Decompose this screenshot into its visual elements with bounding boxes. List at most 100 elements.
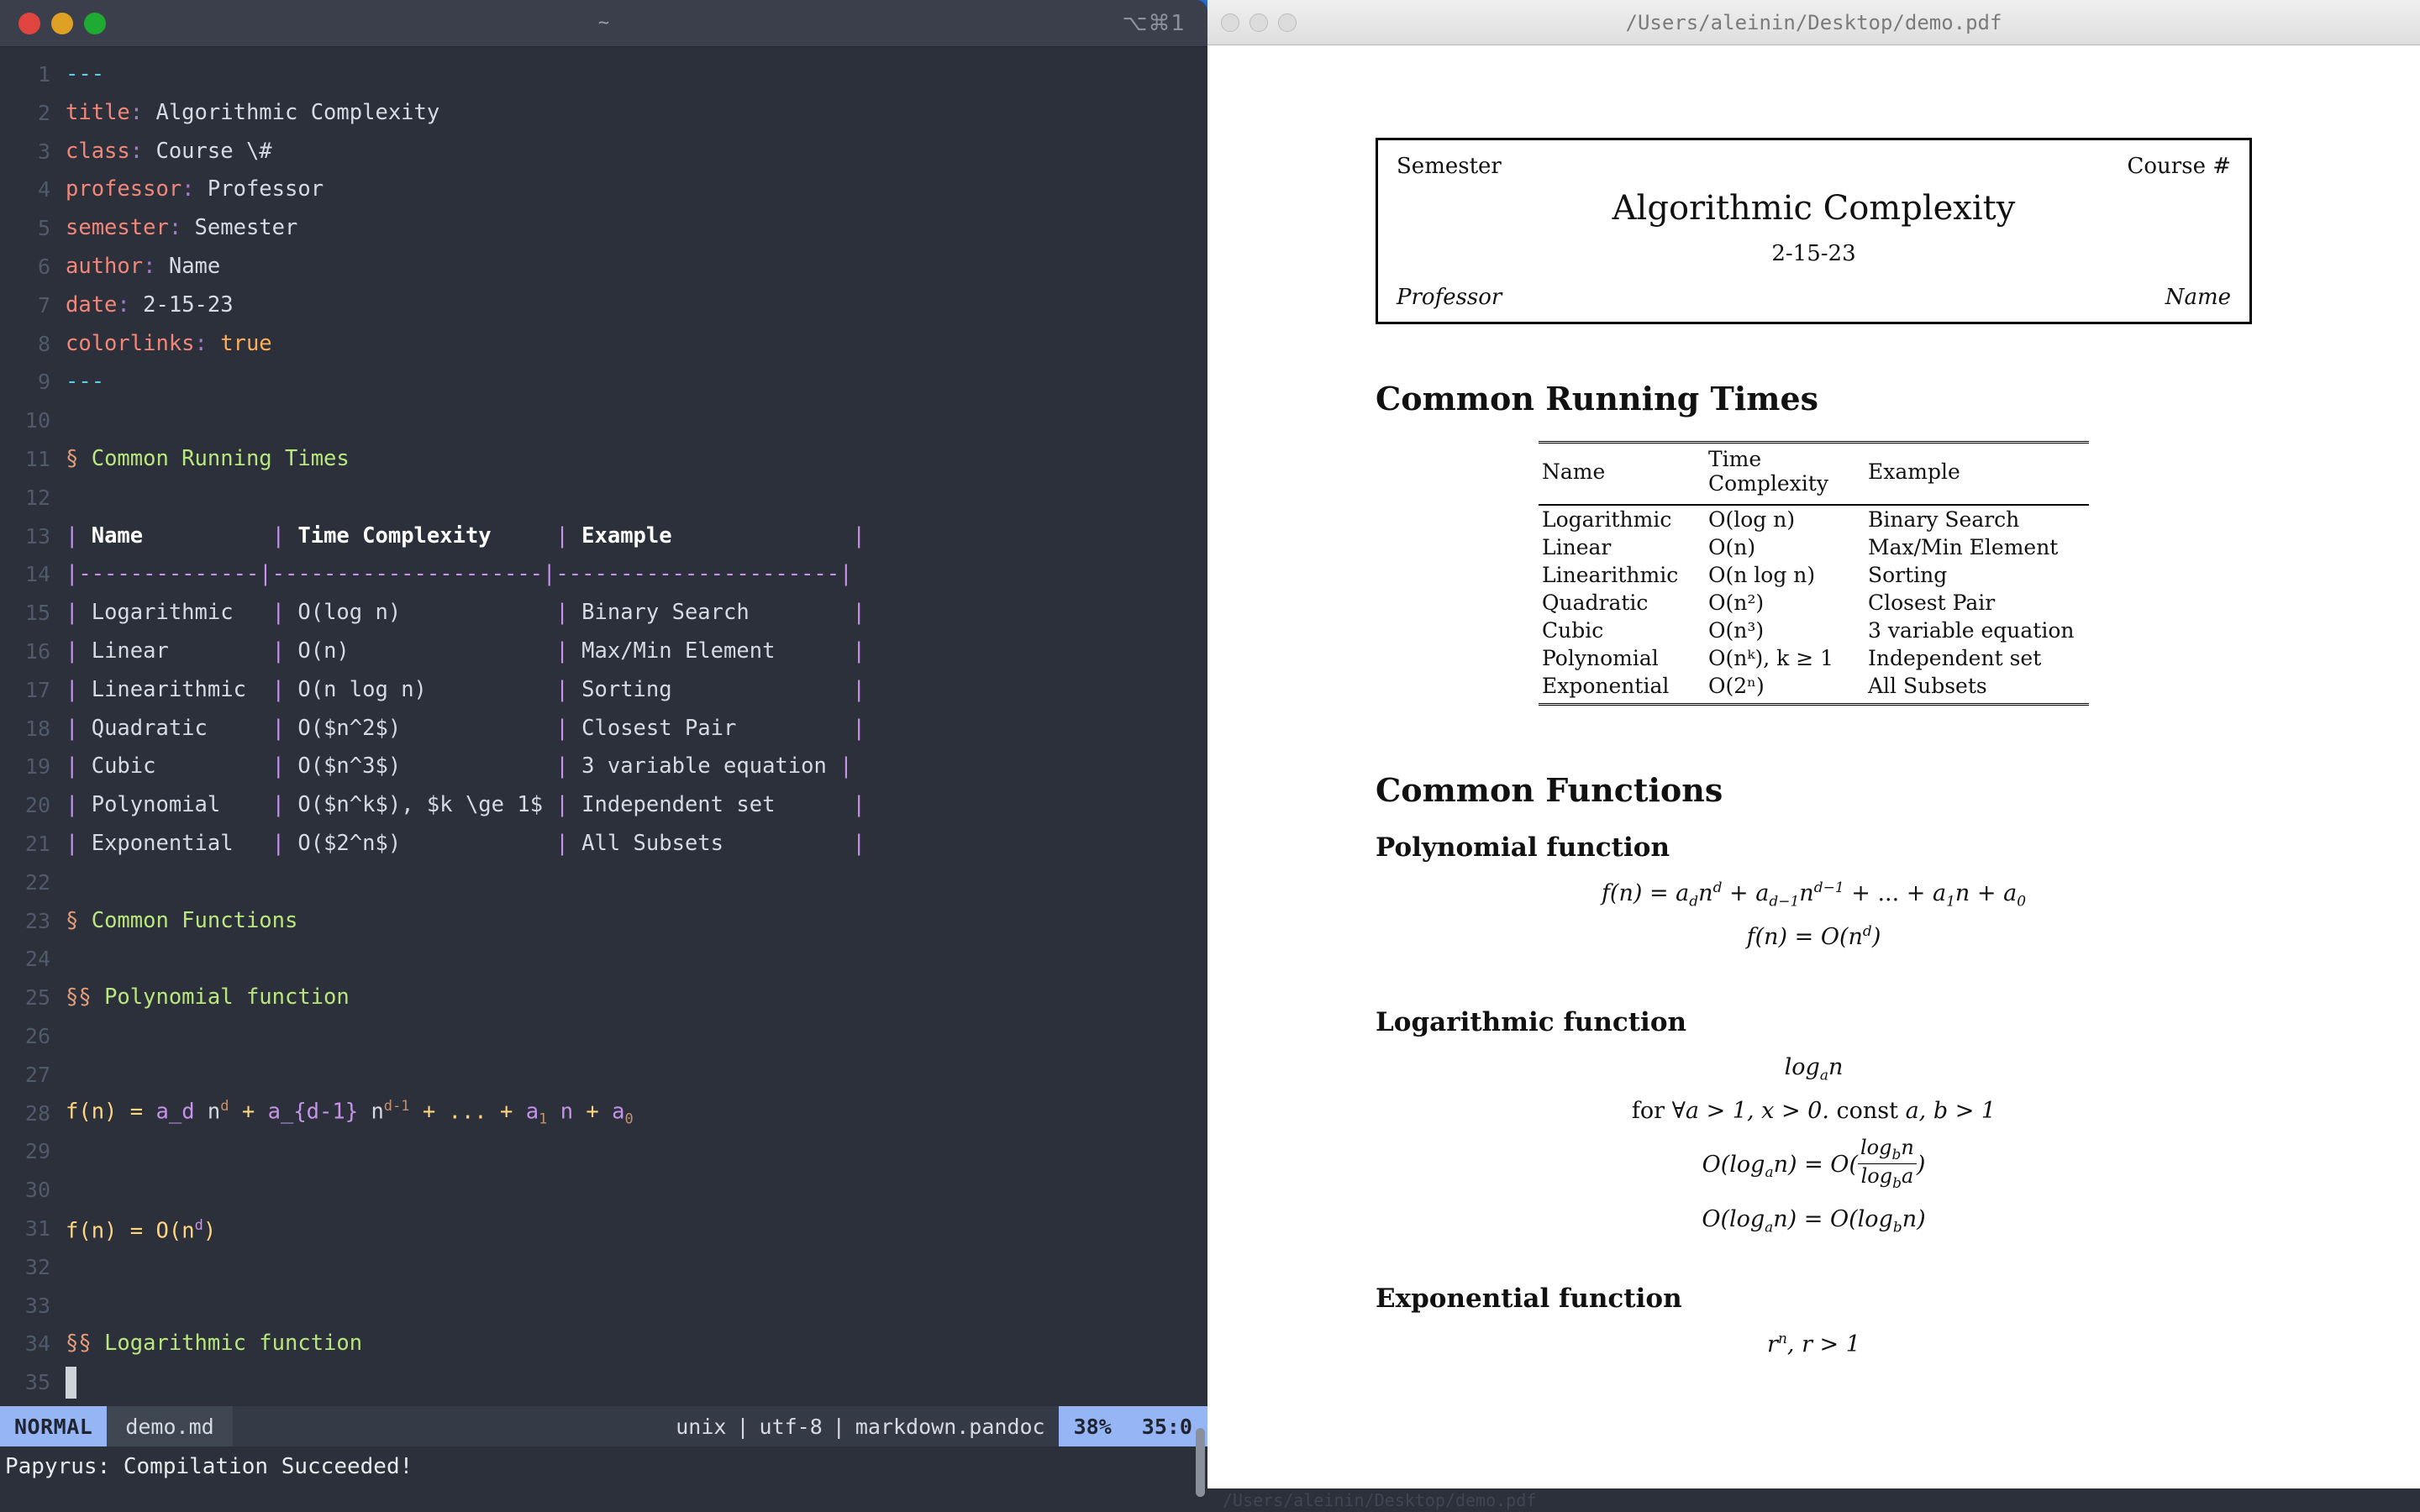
code-line[interactable]: 8 colorlinks: true bbox=[0, 325, 1207, 364]
code-token: 0 bbox=[624, 1110, 634, 1128]
code-token: Exponential bbox=[91, 830, 272, 856]
code-token: | bbox=[852, 715, 865, 741]
code-line[interactable]: 10 bbox=[0, 402, 1207, 440]
code-line[interactable]: 19 | Cubic | O($n^3$) | 3 variable equati… bbox=[0, 748, 1207, 786]
code-token: Logarithmic function bbox=[91, 1331, 363, 1357]
text-cursor bbox=[66, 1367, 76, 1399]
line-content bbox=[66, 1363, 1207, 1402]
code-token: : bbox=[117, 291, 130, 318]
table-cell: O(n²) bbox=[1708, 591, 1765, 615]
code-token: date bbox=[66, 291, 118, 318]
editor-buffer[interactable]: 1 --- 2 title: Algorithmic Complexity 3 class… bbox=[0, 47, 1207, 1512]
code-line[interactable]: 28 f(n) = a_d nd + a_{d-1} nd-1 + ... + a… bbox=[0, 1095, 1207, 1133]
equation-log-2: for ∀a > 1, x > 0. const a, b > 1 bbox=[1631, 1097, 1996, 1124]
code-line[interactable]: 23 § Common Functions bbox=[0, 902, 1207, 941]
table-cell: Max/Min Element bbox=[1868, 535, 2059, 559]
table-cell: Polynomial bbox=[1542, 646, 1659, 670]
code-token: d bbox=[220, 1097, 229, 1115]
code-line[interactable]: 4 professor: Professor bbox=[0, 171, 1207, 209]
code-token: | bbox=[271, 715, 298, 741]
code-line[interactable]: 15 | Logarithmic | O(log n) | Binary Sear… bbox=[0, 594, 1207, 633]
code-token: Professor bbox=[194, 176, 324, 202]
code-line[interactable]: 21 | Exponential | O($2^n$) | All Subsets… bbox=[0, 825, 1207, 864]
line-content: §§ Polynomial function bbox=[66, 979, 1207, 1017]
code-token: | bbox=[66, 830, 92, 856]
line-content: | Polynomial | O($n^k$), $k \ge 1$ | Ind… bbox=[66, 786, 1207, 825]
statusline-fileformat: unix bbox=[676, 1414, 727, 1439]
code-line[interactable]: 2 title: Algorithmic Complexity bbox=[0, 94, 1207, 133]
code-line[interactable]: 31 f(n) = O(nd) bbox=[0, 1210, 1207, 1248]
code-line[interactable]: 7 date: 2-15-23 bbox=[0, 286, 1207, 325]
terminal-window[interactable]: ~ ⌥⌘1 1 --- 2 title: Algorithmic Complexity… bbox=[0, 0, 1207, 1512]
pdf-footer-path: /Users/aleinin/Desktop/demo.pdf bbox=[1207, 1488, 2420, 1512]
code-lines[interactable]: 1 --- 2 title: Algorithmic Complexity 3 class… bbox=[0, 55, 1207, 1402]
line-content: | Cubic | O($n^3$) | 3 variable equation… bbox=[66, 748, 1207, 786]
code-line[interactable]: 16 | Linear | O(n) | Max/Min Element | bbox=[0, 633, 1207, 671]
code-token: semester bbox=[66, 215, 169, 241]
code-line[interactable]: 11 § Common Running Times bbox=[0, 440, 1207, 479]
equation-exp-1: rn, r > 1 bbox=[1767, 1330, 1860, 1357]
line-number: 10 bbox=[24, 408, 50, 433]
table-cell: Cubic bbox=[1542, 618, 1604, 643]
statusline-sep-2: | bbox=[832, 1414, 845, 1439]
code-line[interactable]: 34 §§ Logarithmic function bbox=[0, 1325, 1207, 1363]
pdf-viewer-window[interactable]: /Users/aleinin/Desktop/demo.pdf Semester… bbox=[1207, 0, 2420, 1512]
terminal-scrollbar[interactable] bbox=[1196, 1428, 1205, 1497]
code-line[interactable]: 9 --- bbox=[0, 363, 1207, 402]
code-line[interactable]: 12 bbox=[0, 479, 1207, 517]
code-line[interactable]: 1 --- bbox=[0, 55, 1207, 94]
code-line[interactable]: 14 |--------------|---------------------|… bbox=[0, 555, 1207, 594]
code-line[interactable]: 32 bbox=[0, 1248, 1207, 1287]
statusline-sep-1: | bbox=[736, 1414, 750, 1439]
code-line[interactable]: 30 bbox=[0, 1171, 1207, 1210]
code-token: Independent set bbox=[581, 792, 853, 818]
line-number: 32 bbox=[24, 1254, 50, 1279]
code-token: : bbox=[129, 138, 144, 164]
code-token: = bbox=[129, 1218, 144, 1244]
pdf-sub-exponential: Exponential function bbox=[1376, 1283, 1682, 1314]
code-token: O(n log n) bbox=[297, 676, 556, 702]
line-number: 7 bbox=[37, 292, 50, 318]
code-line[interactable]: 3 class: Course \# bbox=[0, 133, 1207, 171]
code-line[interactable]: 22 bbox=[0, 864, 1207, 902]
code-line[interactable]: 5 semester: Semester bbox=[0, 209, 1207, 248]
statusline-filetype: markdown.pandoc bbox=[855, 1414, 1045, 1439]
line-number: 4 bbox=[37, 177, 50, 202]
line-content: § Common Running Times bbox=[66, 440, 1207, 479]
table-cell: O(log n) bbox=[1708, 507, 1796, 532]
pdf-titlebar[interactable]: /Users/aleinin/Desktop/demo.pdf bbox=[1207, 0, 2420, 45]
code-line[interactable]: 17 | Linearithmic | O(n log n) | Sorting … bbox=[0, 671, 1207, 710]
code-line[interactable]: 20 | Polynomial | O($n^k$), $k \ge 1$ | I… bbox=[0, 786, 1207, 825]
code-token: + bbox=[500, 1099, 513, 1125]
code-line[interactable]: 13 | Name | Time Complexity | Example | bbox=[0, 517, 1207, 556]
line-content: § Common Functions bbox=[66, 902, 1207, 941]
code-token: Polynomial bbox=[91, 792, 272, 818]
code-line[interactable]: 24 bbox=[0, 940, 1207, 979]
code-line[interactable]: 25 §§ Polynomial function bbox=[0, 979, 1207, 1017]
code-line[interactable]: 18 | Quadratic | O($n^2$) | Closest Pair … bbox=[0, 710, 1207, 748]
titleblock-date: 2-15-23 bbox=[1771, 241, 1856, 266]
line-number: 12 bbox=[24, 485, 50, 510]
code-token: O($2^n$) bbox=[297, 830, 556, 856]
pdf-page[interactable]: Semester Course # Algorithmic Complexity… bbox=[1207, 45, 2420, 1512]
code-token: | bbox=[555, 830, 582, 856]
code-token: | bbox=[555, 638, 582, 664]
statusline-spacer bbox=[232, 1406, 663, 1446]
equation-log-3: O(logan) = O(logbn logba) bbox=[1702, 1135, 1926, 1192]
code-line[interactable]: 6 author: Name bbox=[0, 248, 1207, 286]
code-token: | bbox=[66, 600, 92, 626]
code-line[interactable]: 33 bbox=[0, 1287, 1207, 1326]
code-token: | bbox=[66, 792, 92, 818]
line-number: 31 bbox=[24, 1215, 50, 1241]
code-line[interactable]: 35 bbox=[0, 1363, 1207, 1402]
terminal-titlebar[interactable]: ~ ⌥⌘1 bbox=[0, 0, 1207, 47]
code-line[interactable]: 26 bbox=[0, 1017, 1207, 1056]
titleblock-author: Name bbox=[2165, 285, 2231, 310]
code-token: Example bbox=[581, 522, 853, 549]
